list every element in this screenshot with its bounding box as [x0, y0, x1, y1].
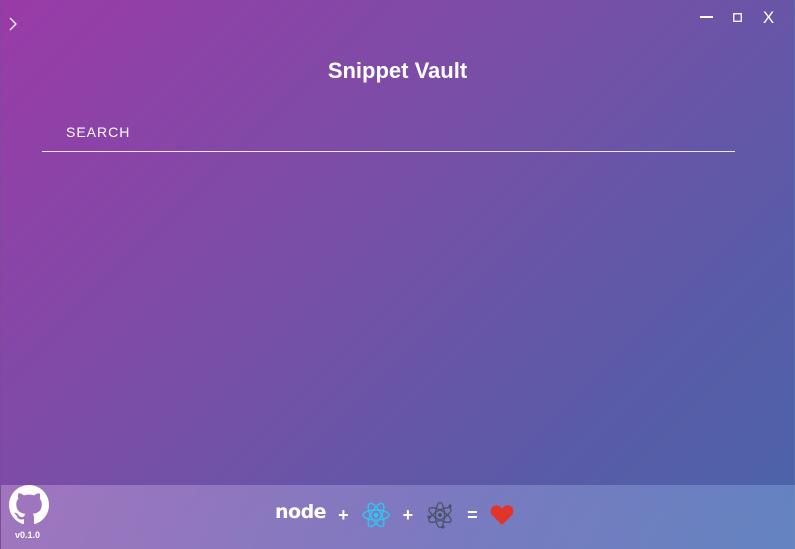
minimize-button[interactable]: [691, 6, 722, 28]
window-controls: X: [691, 6, 784, 28]
maximize-button[interactable]: [722, 6, 753, 28]
footer-bar: v0.1.0 node + + =: [1, 485, 795, 549]
electron-logo-icon: [427, 501, 452, 529]
github-icon: [9, 485, 49, 525]
close-button[interactable]: X: [753, 6, 784, 28]
github-link[interactable]: [9, 485, 49, 525]
chevron-right-icon: [9, 17, 17, 31]
minimize-icon: [699, 16, 713, 18]
search-input[interactable]: [42, 112, 735, 151]
plus-sign: +: [402, 504, 414, 525]
search-field-container: [42, 112, 735, 152]
sidebar-expand-button[interactable]: [6, 15, 20, 33]
react-logo-icon: [361, 502, 390, 528]
maximize-icon: [733, 12, 742, 22]
version-label: v0.1.0: [15, 530, 41, 540]
app-title: Snippet Vault: [327, 58, 468, 83]
heart-icon: [490, 505, 513, 525]
app-window: X Snippet Vault v0.1.0 node + +: [0, 0, 795, 549]
equals-sign: =: [467, 504, 478, 525]
tech-stack: node + + =: [275, 498, 514, 532]
nodejs-logo-icon: node: [275, 501, 327, 523]
plus-sign: +: [338, 504, 349, 525]
